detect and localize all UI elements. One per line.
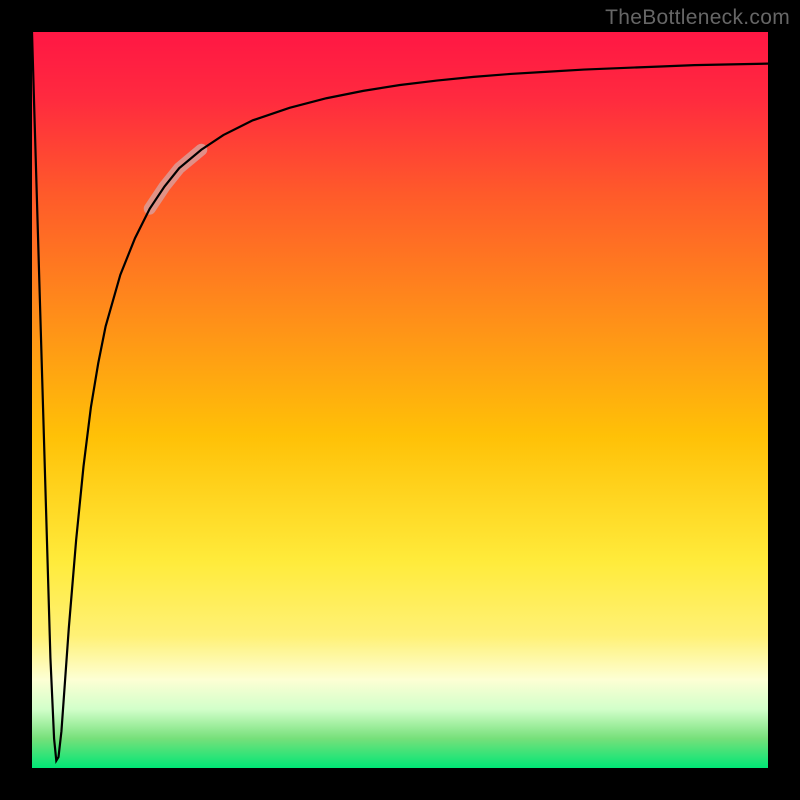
highlight-segment — [150, 150, 202, 209]
curve-layer — [32, 32, 768, 768]
bottleneck-curve — [32, 32, 768, 761]
watermark-text: TheBottleneck.com — [605, 6, 790, 30]
plot-area — [32, 32, 768, 768]
chart-container: TheBottleneck.com — [0, 0, 800, 800]
